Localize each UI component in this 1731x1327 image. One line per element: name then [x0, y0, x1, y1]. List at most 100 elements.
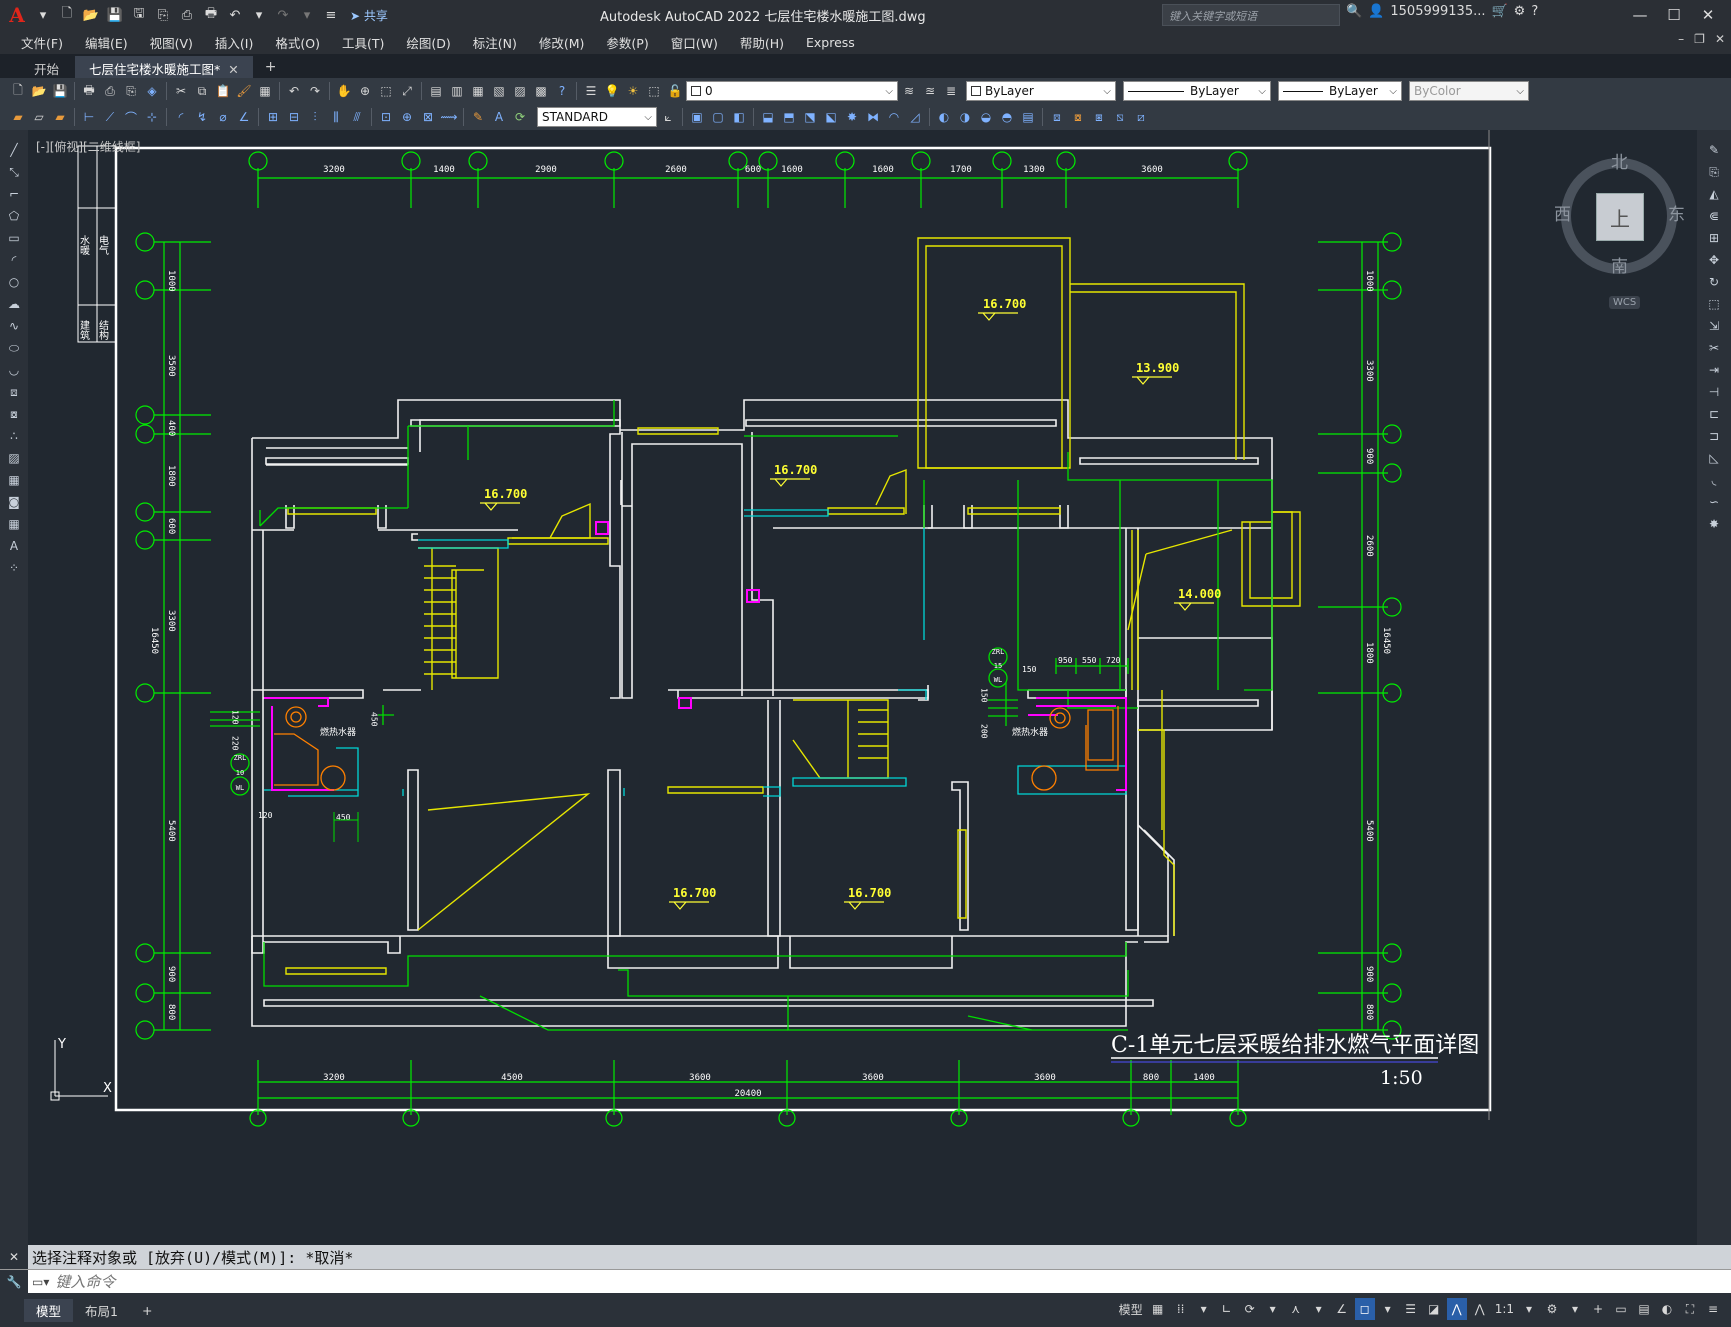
- sheet-set-icon[interactable]: ▧: [489, 81, 509, 101]
- add-layout-icon[interactable]: +: [130, 1301, 164, 1320]
- menu-dimension[interactable]: 标注(N): [462, 33, 528, 52]
- layout-tab-model[interactable]: 模型: [24, 1298, 74, 1322]
- ordinate-dim-icon[interactable]: ⊹: [142, 107, 162, 127]
- qnew-icon[interactable]: 🗋: [8, 81, 28, 101]
- save-icon[interactable]: 💾: [104, 4, 126, 26]
- help-icon[interactable]: ?: [552, 81, 572, 101]
- jogged-linear-icon[interactable]: ⟿: [439, 107, 459, 127]
- block-editor-icon[interactable]: ▦: [255, 81, 275, 101]
- redo-icon[interactable]: ↷: [305, 81, 325, 101]
- block-insert-icon[interactable]: ⧈: [1047, 107, 1067, 127]
- scale-dropdown-icon[interactable]: ▾: [1519, 1298, 1539, 1320]
- new-file-icon[interactable]: 🗋: [56, 4, 78, 26]
- undo-icon[interactable]: ↶: [284, 81, 304, 101]
- fillet-icon[interactable]: ◟: [1704, 470, 1724, 490]
- color-select[interactable]: ByLayer ⌵: [966, 81, 1116, 101]
- customize-wrench-icon[interactable]: 🔧: [0, 1269, 28, 1294]
- snap-dropdown-icon[interactable]: ▾: [1194, 1298, 1214, 1320]
- copy-object-icon[interactable]: ⎘: [1704, 162, 1724, 182]
- block-edit-icon[interactable]: ⧆: [1089, 107, 1109, 127]
- object-snap-icon[interactable]: ◻: [1354, 1298, 1375, 1320]
- center-mark-icon[interactable]: ⊕: [397, 107, 417, 127]
- command-prompt-icon[interactable]: ▭▾: [28, 1275, 55, 1289]
- drawing-viewport[interactable]: [-][俯视][二维线框] 水暖 电气 建筑 结构 3200 1400 2900: [28, 130, 1697, 1245]
- maximize-icon[interactable]: ☐: [1657, 2, 1691, 28]
- zoom-window-icon[interactable]: ⬚: [376, 81, 396, 101]
- attribute-icon[interactable]: ⧅: [1110, 107, 1130, 127]
- menu-file[interactable]: 文件(F): [10, 33, 74, 52]
- wcs-menu[interactable]: WCS: [1609, 296, 1641, 309]
- point-icon[interactable]: ∴: [4, 426, 24, 446]
- pan-icon[interactable]: ✋: [334, 81, 354, 101]
- draworder-back-icon[interactable]: ▢: [708, 107, 728, 127]
- viewcube-top-face[interactable]: 上: [1596, 193, 1644, 241]
- quick-properties-icon[interactable]: ▤: [1634, 1298, 1654, 1320]
- grid-icon[interactable]: ▦: [1148, 1298, 1168, 1320]
- save-icon[interactable]: 💾: [50, 81, 70, 101]
- dimedit-icon[interactable]: ✎: [468, 107, 488, 127]
- hatch-icon[interactable]: ▨: [4, 448, 24, 468]
- cart-icon[interactable]: 🛒: [1491, 4, 1507, 19]
- search-input[interactable]: 键入关键字或短语: [1162, 4, 1340, 26]
- autocad-logo-icon[interactable]: A: [4, 2, 30, 28]
- revcloud-icon[interactable]: ◓: [997, 107, 1017, 127]
- units-icon[interactable]: ▭: [1611, 1298, 1631, 1320]
- xref-icon[interactable]: ⧄: [1131, 107, 1151, 127]
- add-selected-icon[interactable]: ⁘: [4, 558, 24, 578]
- region-icon[interactable]: ◐: [934, 107, 954, 127]
- isometric-icon[interactable]: ⋏: [1286, 1298, 1306, 1320]
- erase-icon[interactable]: ✎: [1704, 140, 1724, 160]
- viewport-controls-label[interactable]: [-][俯视][二维线框]: [36, 138, 140, 155]
- workspace-dropdown-icon[interactable]: ▾: [1565, 1298, 1585, 1320]
- command-input[interactable]: [55, 1272, 656, 1291]
- layer-on-icon[interactable]: 💡: [602, 81, 622, 101]
- iso-dropdown-icon[interactable]: ▾: [1309, 1298, 1329, 1320]
- app-menu-arrow-icon[interactable]: ▾: [32, 4, 54, 26]
- annotation-scale[interactable]: 1:1: [1493, 1298, 1516, 1320]
- compass-east[interactable]: 东: [1668, 200, 1685, 225]
- break-at-point-icon[interactable]: ⊣: [1704, 382, 1724, 402]
- user-icon[interactable]: 👤: [1368, 4, 1384, 19]
- move-icon[interactable]: ✥: [1704, 250, 1724, 270]
- baseline-dim-icon[interactable]: ⊟: [284, 107, 304, 127]
- polar-icon[interactable]: ⟳: [1240, 1298, 1260, 1320]
- menu-window[interactable]: 窗口(W): [660, 33, 729, 52]
- jogged-dim-icon[interactable]: ↯: [192, 107, 212, 127]
- close-tab-icon[interactable]: ✕: [228, 62, 238, 77]
- transparency-icon[interactable]: ◪: [1424, 1298, 1444, 1320]
- menu-view[interactable]: 视图(V): [139, 33, 204, 52]
- rotate-icon[interactable]: ↻: [1704, 272, 1724, 292]
- annotation-monitor-icon[interactable]: +: [1588, 1298, 1608, 1320]
- group-select-icon[interactable]: ⬕: [821, 107, 841, 127]
- match-properties-icon[interactable]: 🖌: [234, 81, 254, 101]
- layout-tab-layout1[interactable]: 布局1: [73, 1299, 130, 1322]
- array-icon[interactable]: ⊞: [1704, 228, 1724, 248]
- polar-dropdown-icon[interactable]: ▾: [1263, 1298, 1283, 1320]
- save-as-icon[interactable]: 🖫: [128, 4, 150, 26]
- undo-dropdown-icon[interactable]: ▾: [248, 4, 270, 26]
- help-icon[interactable]: ?: [1531, 4, 1538, 19]
- wipeout-icon[interactable]: ◒: [976, 107, 996, 127]
- menu-tools[interactable]: 工具(T): [331, 33, 395, 52]
- doc-minimize-icon[interactable]: –: [1678, 32, 1684, 46]
- dim-update-icon[interactable]: ⟳: [510, 107, 530, 127]
- menu-parametric[interactable]: 参数(P): [595, 33, 659, 52]
- compass-north[interactable]: 北: [1611, 148, 1628, 173]
- publish-icon[interactable]: ⎘: [121, 81, 141, 101]
- make-current-layer-icon[interactable]: ≋: [899, 81, 919, 101]
- viewcube[interactable]: 上 北 南 西 东 WCS: [1553, 148, 1685, 309]
- block-create-icon[interactable]: ⧇: [1068, 107, 1088, 127]
- make-block-icon[interactable]: ⧇: [4, 404, 24, 424]
- plot-icon[interactable]: 🖶: [79, 81, 99, 101]
- mirror-icon[interactable]: ◭: [1704, 184, 1724, 204]
- chamfer-icon[interactable]: ◺: [1704, 448, 1724, 468]
- customization-menu-icon[interactable]: ≡: [1703, 1298, 1723, 1320]
- space-dim-icon[interactable]: ⫼: [326, 107, 346, 127]
- continue-dim-icon[interactable]: ⫶: [305, 107, 325, 127]
- explode-icon[interactable]: ✸: [842, 107, 862, 127]
- tab-start[interactable]: 开始: [20, 56, 73, 78]
- gradient-icon[interactable]: ▦: [4, 470, 24, 490]
- line-icon[interactable]: ╱: [4, 140, 24, 160]
- fillet-icon[interactable]: ◠: [884, 107, 904, 127]
- menu-draw[interactable]: 绘图(D): [395, 33, 461, 52]
